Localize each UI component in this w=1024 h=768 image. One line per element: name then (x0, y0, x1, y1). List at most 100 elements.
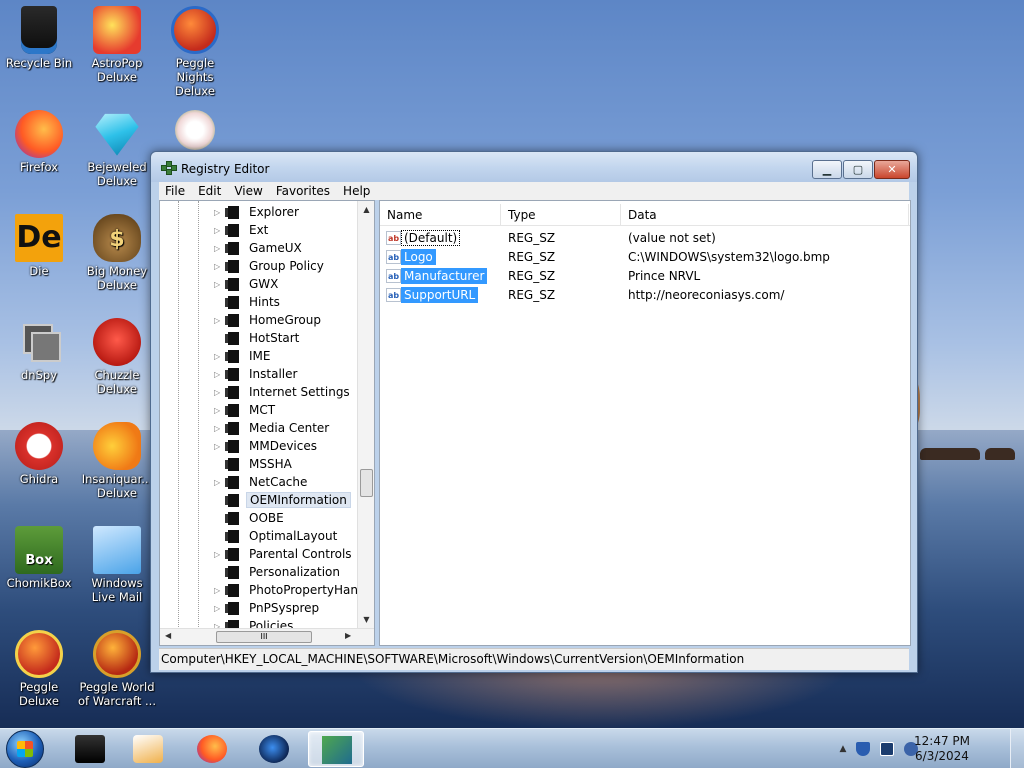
expand-arrow-icon[interactable]: ▷ (214, 604, 223, 613)
clock-date: 6/3/2024 (915, 749, 969, 763)
registry-editor-window[interactable]: Registry Editor ▁ ▢ ✕ File Edit View Fav… (150, 151, 918, 673)
expand-arrow-icon[interactable]: ▷ (214, 208, 223, 217)
tree-node[interactable]: ▷ MMDevices (160, 437, 358, 455)
tree-vertical-scroll-thumb[interactable] (360, 469, 373, 497)
start-button[interactable] (6, 730, 44, 768)
tree-node[interactable]: OptimalLayout (160, 527, 358, 545)
scroll-right-arrow-icon[interactable]: ▶ (345, 631, 351, 640)
tree-horizontal-scrollbar[interactable]: ◀ III ▶ (160, 628, 374, 645)
desktop-icon-peggle-nights[interactable]: Peggle Nights Deluxe (156, 6, 234, 98)
taskbar-item-firefox[interactable] (184, 731, 240, 767)
taskbar-item-registry-editor[interactable] (308, 731, 364, 767)
scroll-left-arrow-icon[interactable]: ◀ (165, 631, 171, 640)
tree-node[interactable]: Hints (160, 293, 358, 311)
tree-node[interactable]: ▷ GameUX (160, 239, 358, 257)
registry-values-list[interactable]: Name Type Data ab (Default) REG_SZ (value n… (379, 200, 911, 646)
registry-value-row[interactable]: ab Manufacturer REG_SZ Prince NRVL (380, 267, 910, 286)
close-button[interactable]: ✕ (874, 160, 910, 179)
desktop-icon-peggle-wow[interactable]: Peggle World of Warcraft ... (78, 630, 156, 708)
expand-arrow-icon[interactable]: ▷ (214, 388, 223, 397)
tree-node[interactable]: MSSHA (160, 455, 358, 473)
expand-arrow-icon[interactable]: ▷ (214, 442, 223, 451)
expand-arrow-icon[interactable]: ▷ (214, 424, 223, 433)
column-separator[interactable] (908, 204, 909, 226)
column-header-data[interactable]: Data (628, 208, 657, 222)
tree-node[interactable]: ▷ GWX (160, 275, 358, 293)
expand-arrow-icon[interactable]: ▷ (214, 406, 223, 415)
registry-value-row[interactable]: ab (Default) REG_SZ (value not set) (380, 229, 910, 248)
tree-node[interactable]: ▷ MCT (160, 401, 358, 419)
column-header-type[interactable]: Type (508, 208, 536, 222)
expand-arrow-icon[interactable]: ▷ (214, 478, 223, 487)
tree-node[interactable]: ▷ PnPSysprep (160, 599, 358, 617)
tree-node[interactable]: ▷ NetCache (160, 473, 358, 491)
tree-node[interactable]: ▷ PhotoPropertyHandl (160, 581, 369, 599)
taskbar-item-media-player[interactable] (120, 731, 176, 767)
column-header-name[interactable]: Name (387, 208, 422, 222)
menu-edit[interactable]: Edit (198, 184, 221, 198)
menu-help[interactable]: Help (343, 184, 370, 198)
desktop-icon-chuzzle[interactable]: Chuzzle Deluxe (78, 318, 156, 396)
tree-node[interactable]: ▷ Ext (160, 221, 358, 239)
desktop-icon-astropop[interactable]: AstroPop Deluxe (78, 6, 156, 84)
desktop-icon-peggle-deluxe[interactable]: Peggle Deluxe (0, 630, 78, 708)
security-shield-icon[interactable] (856, 742, 870, 756)
expand-arrow-icon[interactable]: ▷ (214, 280, 223, 289)
scroll-up-arrow-icon[interactable]: ▲ (358, 205, 374, 214)
desktop-icon-dnspy[interactable]: dnSpy (0, 318, 78, 382)
expand-arrow-icon[interactable]: ▷ (214, 352, 223, 361)
tree-horizontal-scroll-thumb[interactable]: III (216, 631, 312, 643)
tree-node[interactable]: Personalization (160, 563, 358, 581)
tree-node[interactable]: ▷ Group Policy (160, 257, 358, 275)
registry-key-tree[interactable]: ▷ Explorer ▷ Ext ▷ GameUX ▷ Group Policy ▷ GWX Hin… (159, 200, 375, 646)
show-desktop-button[interactable] (1010, 729, 1024, 768)
expand-arrow-icon[interactable]: ▷ (214, 244, 223, 253)
desktop-icon-die[interactable]: De Die (0, 214, 78, 278)
tree-node[interactable]: HotStart (160, 329, 358, 347)
menu-view[interactable]: View (234, 184, 262, 198)
desktop-icon-ghidra[interactable]: Ghidra (0, 422, 78, 486)
value-name: SupportURL (401, 287, 479, 303)
desktop-icon-big-money[interactable]: $ Big Money Deluxe (78, 214, 156, 292)
expand-arrow-icon[interactable]: ▷ (214, 316, 223, 325)
registry-value-row[interactable]: ab SupportURL REG_SZ http://neoreconiasys.c… (380, 286, 910, 305)
scroll-down-arrow-icon[interactable]: ▼ (358, 615, 374, 624)
maximize-button[interactable]: ▢ (843, 160, 873, 179)
desktop-icon-bejeweled[interactable]: Bejeweled Deluxe (78, 110, 156, 188)
system-clock[interactable]: 12:47 PM 6/3/2024 (914, 734, 970, 764)
column-separator[interactable] (500, 204, 501, 226)
tree-vertical-scrollbar[interactable]: ▲ ▼ (357, 201, 374, 628)
desktop-icon-windows-live-mail[interactable]: Windows Live Mail (78, 526, 156, 604)
expand-arrow-icon[interactable]: ▷ (214, 586, 223, 595)
expand-arrow-icon[interactable]: ▷ (214, 550, 223, 559)
desktop-icon-flower-game[interactable] (156, 110, 234, 150)
desktop-icon-insaniquarium[interactable]: Insaniquar... Deluxe (78, 422, 156, 500)
menu-favorites[interactable]: Favorites (276, 184, 330, 198)
tree-node[interactable]: ▷ Media Center (160, 419, 358, 437)
tree-node[interactable]: ▷ IME (160, 347, 358, 365)
minimize-button[interactable]: ▁ (812, 160, 842, 179)
show-hidden-icons-button[interactable]: ▲ (836, 742, 850, 756)
tree-node[interactable]: ▷ Parental Controls (160, 545, 358, 563)
column-separator[interactable] (620, 204, 621, 226)
tree-node-label: OOBE (249, 511, 284, 525)
desktop-icon-recycle-bin[interactable]: Recycle Bin (0, 6, 78, 70)
title-bar[interactable]: Registry Editor ▁ ▢ ✕ (151, 152, 917, 182)
expand-arrow-icon[interactable]: ▷ (214, 262, 223, 271)
menu-file[interactable]: File (165, 184, 185, 198)
network-icon[interactable] (880, 742, 894, 756)
tree-node[interactable]: ▷ Internet Settings (160, 383, 358, 401)
desktop-icon-chomikbox[interactable]: Box ChomikBox (0, 526, 78, 590)
tree-node-label: MSSHA (249, 457, 292, 471)
expand-arrow-icon[interactable]: ▷ (214, 370, 223, 379)
tree-node[interactable]: ▷ HomeGroup (160, 311, 358, 329)
tree-node[interactable]: OEMInformation (160, 491, 358, 509)
taskbar-item-globe[interactable] (246, 731, 302, 767)
tree-node[interactable]: OOBE (160, 509, 358, 527)
taskbar-item-black-box[interactable] (62, 731, 118, 767)
tree-node[interactable]: ▷ Installer (160, 365, 358, 383)
tree-node[interactable]: ▷ Explorer (160, 203, 358, 221)
registry-value-row[interactable]: ab Logo REG_SZ C:\WINDOWS\system32\logo.bmp (380, 248, 910, 267)
expand-arrow-icon[interactable]: ▷ (214, 226, 223, 235)
desktop-icon-firefox[interactable]: Firefox (0, 110, 78, 174)
